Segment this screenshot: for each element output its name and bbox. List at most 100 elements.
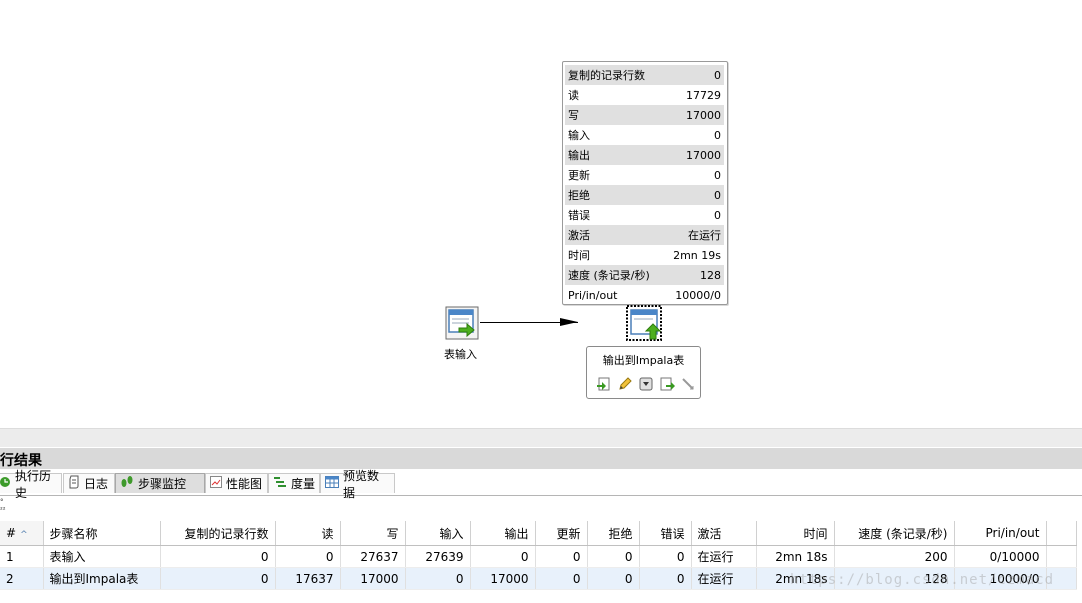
popup-metric-label: 更新	[568, 169, 590, 182]
table-cell: 200	[834, 545, 955, 568]
popup-metric-row: 更新 0	[565, 165, 724, 185]
table-cell: 1	[0, 545, 44, 568]
table-cell: 17000	[470, 567, 536, 590]
tab-label: 度量	[291, 477, 316, 491]
history-icon	[0, 476, 11, 491]
popup-metric-value: 2mn 19s	[673, 248, 721, 262]
popup-metric-row: 写 17000	[565, 105, 724, 125]
results-panel-title-bar: 行结果	[0, 448, 1082, 469]
step-metrics-popup: 复制的记录行数 0 读 17729 写 17000 输入 0 输出 17000 更新 0 拒绝 0 错误 0 激…	[562, 61, 728, 305]
input-hop-icon[interactable]	[595, 375, 612, 392]
column-header[interactable]: # ^	[0, 521, 44, 546]
tab-label: 执行历史	[15, 468, 52, 500]
table-icon	[325, 476, 339, 491]
log-icon	[68, 475, 80, 492]
column-header[interactable]: 输入	[405, 521, 471, 546]
popup-metric-value: 17000	[686, 148, 721, 162]
popup-metric-row: 拒绝 0	[565, 185, 724, 205]
popup-metric-label: 时间	[568, 249, 590, 262]
tab-execution-history[interactable]: 执行历史	[0, 469, 62, 500]
popup-metric-value: 17000	[686, 108, 721, 122]
step-mini-toolbar: 输出到Impala表	[586, 346, 701, 399]
popup-metric-value: 0	[714, 168, 721, 182]
table-cell: 0	[160, 545, 276, 568]
table-cell: 0	[470, 545, 536, 568]
popup-metric-value: 0	[714, 68, 721, 82]
dropdown-menu-icon[interactable]	[637, 375, 654, 392]
table-cell: 0	[535, 567, 588, 590]
table-header-row: # ^ 步骤名称 复制的记录行数 读 写 输入 输出 更新 拒绝 错误 激活 时间…	[0, 521, 1077, 546]
table-cell: 在运行	[691, 545, 757, 568]
popup-metric-label: 输出	[568, 149, 590, 162]
column-header[interactable]: 步骤名称	[43, 521, 161, 546]
column-header[interactable]: 速度 (条记录/秒)	[834, 521, 955, 546]
column-header[interactable]: 更新	[535, 521, 588, 546]
popup-metric-label: 复制的记录行数	[568, 69, 645, 82]
table-cell: 0	[587, 545, 640, 568]
transformation-canvas[interactable]: 复制的记录行数 0 读 17729 写 17000 输入 0 输出 17000 更新 0 拒绝 0 错误 0 激…	[0, 0, 1082, 428]
results-tabs: 执行历史 日志 步骤监控 性能图 度量 预览数据	[0, 469, 1082, 500]
table-cell: 0	[160, 567, 276, 590]
column-header[interactable]: 复制的记录行数	[160, 521, 276, 546]
panel-corner-marks: ° ²²	[0, 498, 6, 514]
sort-ascending-icon: ^	[20, 530, 28, 540]
popup-metric-row: 时间 2mn 19s	[565, 245, 724, 265]
popup-metric-value: 0	[714, 128, 721, 142]
tab-metrics[interactable]: 度量	[268, 473, 320, 493]
table-row[interactable]: 1 表输入 0 0 27637 27639 0 0 0 0 在运行 2mn 18s 200 0/10000	[0, 545, 1077, 568]
popup-metric-label: 激活	[568, 229, 590, 242]
tab-performance-chart[interactable]: 性能图	[205, 473, 268, 493]
table-cell: 表输入	[43, 545, 161, 568]
popup-metric-row: 读 17729	[565, 85, 724, 105]
footsteps-icon	[120, 475, 134, 492]
edit-pencil-icon[interactable]	[616, 375, 633, 392]
column-header[interactable]: Pri/in/out	[954, 521, 1047, 546]
chart-icon	[210, 476, 222, 491]
tab-preview-data[interactable]: 预览数据	[320, 469, 395, 500]
table-cell: 在运行	[691, 567, 757, 590]
column-header-filler	[1046, 521, 1077, 546]
table-cell: 17000	[340, 567, 406, 590]
table-cell: 2mn 18s	[756, 545, 835, 568]
impala-output-step-icon[interactable]	[626, 305, 662, 341]
column-header[interactable]: 拒绝	[587, 521, 640, 546]
tab-label: 性能图	[226, 477, 263, 491]
inject-icon[interactable]	[679, 375, 696, 392]
table-cell: 0	[535, 545, 588, 568]
table-cell: 0/10000	[954, 545, 1047, 568]
popup-metric-label: 拒绝	[568, 189, 590, 202]
column-header[interactable]: 激活	[691, 521, 757, 546]
popup-metric-row: 激活 在运行	[565, 225, 724, 245]
popup-metric-label: 读	[568, 89, 579, 102]
table-cell-filler	[1046, 545, 1077, 568]
table-cell: 17637	[275, 567, 341, 590]
panel-splitter[interactable]	[0, 428, 1082, 447]
table-input-step-icon[interactable]	[445, 306, 479, 340]
table-cell: 27639	[405, 545, 471, 568]
table-input-step-label[interactable]: 表输入	[444, 346, 477, 362]
popup-metric-label: 输入	[568, 129, 590, 142]
column-header[interactable]: 输出	[470, 521, 536, 546]
popup-metric-row: Pri/in/out 10000/0	[565, 285, 724, 305]
column-header[interactable]: 错误	[639, 521, 692, 546]
tiny-mark: °	[0, 498, 4, 506]
popup-metric-label: 写	[568, 109, 579, 122]
table-cell: 输出到Impala表	[43, 567, 161, 590]
table-cell: 0	[275, 545, 341, 568]
column-header[interactable]: 读	[275, 521, 341, 546]
popup-metric-value: 在运行	[688, 229, 721, 242]
popup-metric-value: 17729	[686, 88, 721, 102]
column-header[interactable]: 时间	[756, 521, 835, 546]
tiny-mark: ²²	[0, 506, 6, 514]
tab-label: 日志	[84, 477, 109, 491]
table-cell: 0	[639, 545, 692, 568]
tab-log[interactable]: 日志	[63, 473, 115, 493]
impala-output-step-label[interactable]: 输出到Impala表	[587, 352, 700, 368]
table-cell: 0	[639, 567, 692, 590]
table-cell: 0	[587, 567, 640, 590]
popup-metric-label: 错误	[568, 209, 590, 222]
tab-label: 预览数据	[343, 468, 380, 500]
column-header[interactable]: 写	[340, 521, 406, 546]
output-hop-icon[interactable]	[658, 375, 675, 392]
tab-step-metrics[interactable]: 步骤监控	[115, 473, 205, 493]
